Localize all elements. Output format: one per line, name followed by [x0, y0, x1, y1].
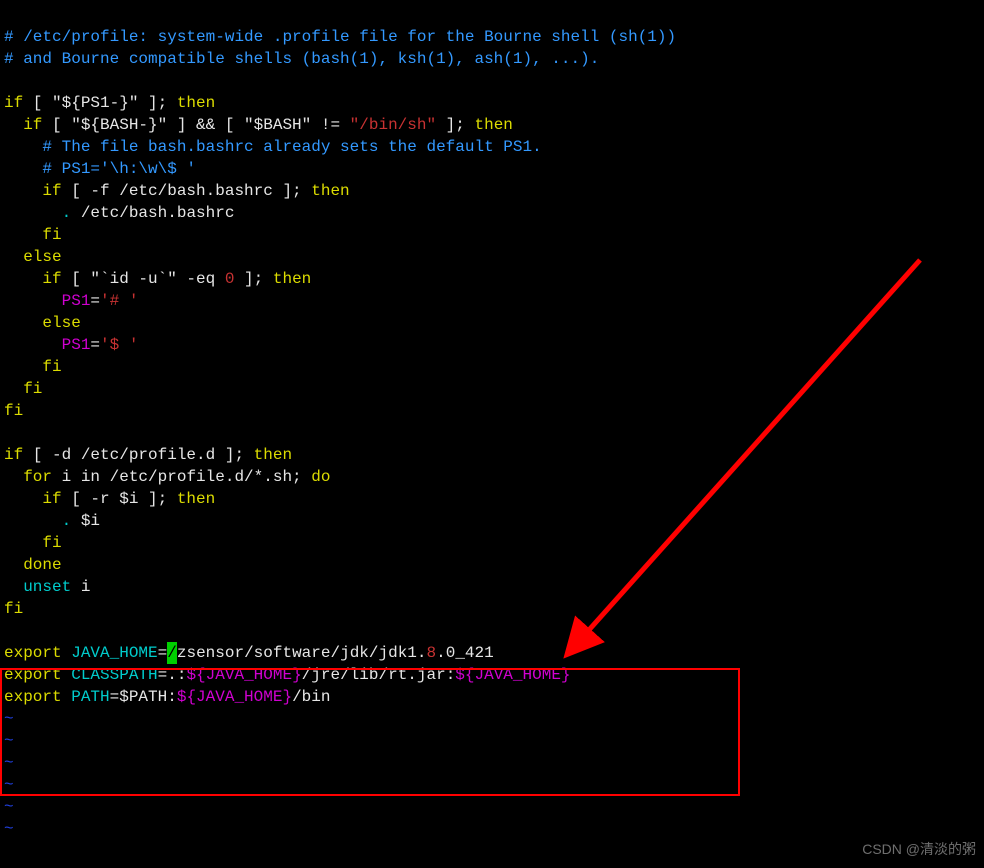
comment: # The file bash.bashrc already sets the …	[4, 138, 542, 156]
highlight-box	[0, 668, 740, 796]
comment: # PS1='\h:\w\$ '	[4, 160, 196, 178]
cursor: /	[167, 642, 177, 664]
kw-if: if	[4, 94, 23, 112]
empty-line-tilde: ~	[4, 820, 14, 838]
export-keyword: export	[4, 644, 62, 662]
comment: # /etc/profile: system-wide .profile fil…	[4, 28, 676, 46]
empty-line-tilde: ~	[4, 798, 14, 816]
watermark: CSDN @清淡的粥	[862, 838, 976, 860]
comment: # and Bourne compatible shells (bash(1),…	[4, 50, 599, 68]
